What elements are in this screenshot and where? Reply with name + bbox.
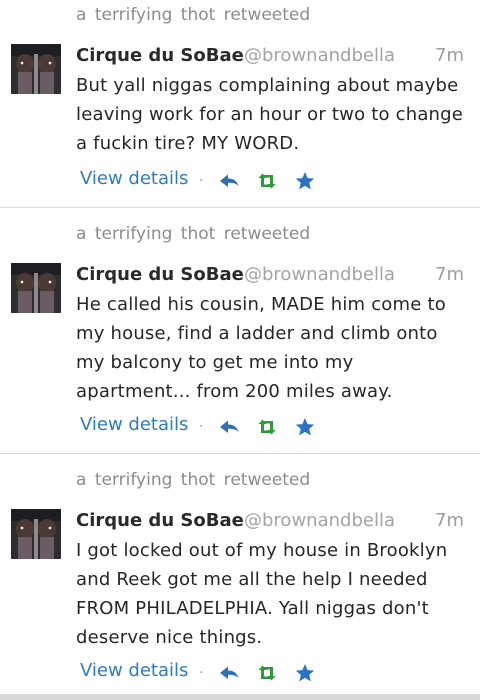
- timestamp: 7m: [435, 45, 464, 66]
- tweet-text: He called his cousin, MADE him come to m…: [76, 294, 446, 402]
- reply-arrow-icon[interactable]: [218, 170, 240, 192]
- tweet-text: But yall niggas complaining about maybe …: [76, 75, 464, 154]
- star-icon[interactable]: [294, 416, 316, 438]
- user-handle[interactable]: @brownandbella: [244, 510, 395, 531]
- star-icon[interactable]: [294, 170, 316, 192]
- separator-dot: ·: [199, 665, 204, 681]
- avatar[interactable]: [11, 44, 61, 94]
- retweeted-by-label: a terrifying thot retweeted: [76, 5, 311, 25]
- tweet-item[interactable]: a terrifying thot retweeted Cirque du So…: [0, 0, 480, 208]
- star-icon[interactable]: [294, 662, 316, 684]
- display-name[interactable]: Cirque du SoBae: [76, 264, 244, 285]
- screen-bottom-edge: [0, 694, 480, 700]
- tweet-item[interactable]: a terrifying thot retweeted Cirque du So…: [0, 208, 480, 454]
- user-handle[interactable]: @brownandbella: [244, 264, 395, 285]
- retweet-icon[interactable]: [256, 416, 278, 438]
- reply-arrow-icon[interactable]: [218, 662, 240, 684]
- timestamp: 7m: [435, 510, 464, 531]
- tweet-actions: View details ·: [80, 414, 340, 440]
- reply-arrow-icon[interactable]: [218, 416, 240, 438]
- view-details-link[interactable]: View details: [80, 660, 188, 681]
- timestamp: 7m: [435, 264, 464, 285]
- retweet-icon[interactable]: [256, 170, 278, 192]
- tweet-header: Cirque du SoBae @brownandbella 7m: [76, 510, 464, 534]
- display-name[interactable]: Cirque du SoBae: [76, 45, 244, 66]
- avatar[interactable]: [11, 509, 61, 559]
- user-handle[interactable]: @brownandbella: [244, 45, 395, 66]
- retweet-icon[interactable]: [256, 662, 278, 684]
- tweet-actions: View details ·: [80, 168, 340, 194]
- separator-dot: ·: [199, 173, 204, 189]
- retweeted-by-label: a terrifying thot retweeted: [76, 224, 311, 244]
- tweet-item[interactable]: a terrifying thot retweeted Cirque du So…: [0, 454, 480, 700]
- avatar[interactable]: [11, 263, 61, 313]
- view-details-link[interactable]: View details: [80, 168, 188, 189]
- tweet-text: I got locked out of my house in Brooklyn…: [76, 540, 448, 648]
- timeline-feed: a terrifying thot retweeted Cirque du So…: [0, 0, 480, 700]
- tweet-header: Cirque du SoBae @brownandbella 7m: [76, 264, 464, 288]
- retweeted-by-label: a terrifying thot retweeted: [76, 470, 311, 490]
- tweet-header: Cirque du SoBae @brownandbella 7m: [76, 45, 464, 69]
- tweet-actions: View details ·: [80, 660, 340, 686]
- view-details-link[interactable]: View details: [80, 414, 188, 435]
- display-name[interactable]: Cirque du SoBae: [76, 510, 244, 531]
- separator-dot: ·: [199, 419, 204, 435]
